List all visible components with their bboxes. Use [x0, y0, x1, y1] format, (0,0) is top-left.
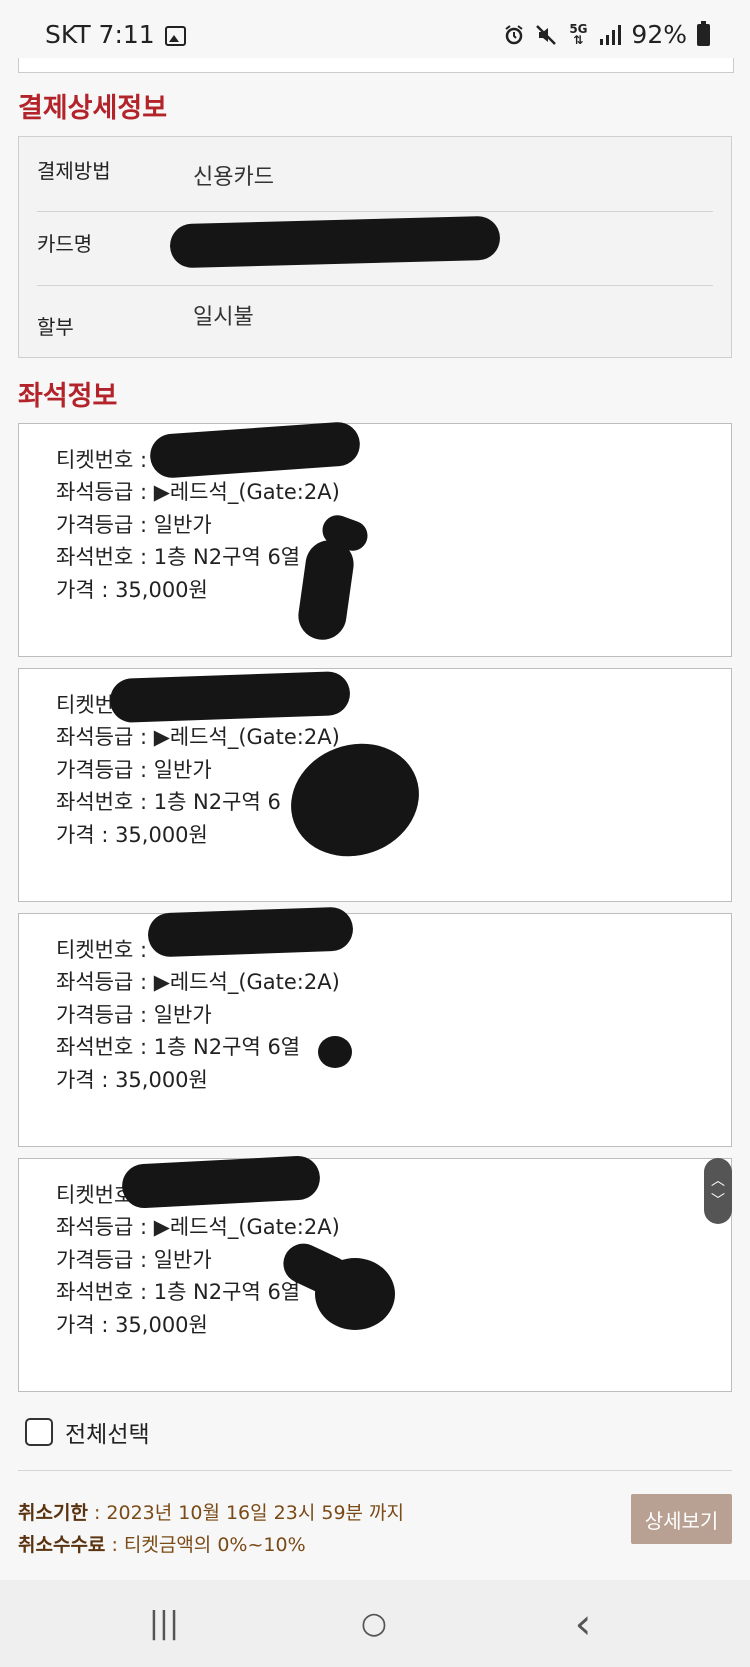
ticket-number: 티켓번호 : — [56, 938, 148, 962]
scroll-control[interactable]: ︿ ﹀ — [704, 1158, 732, 1224]
detail-button[interactable]: 상세보기 — [631, 1494, 732, 1544]
battery-icon — [697, 20, 710, 46]
network-5g-icon: 5G ⇅ — [569, 21, 588, 47]
cancel-deadline-value: : 2023년 10월 16일 23시 59분 까지 — [87, 1502, 405, 1524]
redaction-mark — [318, 1036, 352, 1068]
redaction-mark — [315, 1258, 395, 1330]
installment-label: 할부 — [37, 315, 74, 339]
ticket-price: 가격 : 35,000원 — [56, 823, 208, 847]
select-all-checkbox[interactable] — [25, 1418, 53, 1446]
seat-grade: 좌석등급 : ▶레드석_(Gate:2A) — [56, 970, 340, 994]
recent-apps-icon: ||| — [148, 1606, 180, 1641]
installment-value: 일시불 — [193, 305, 254, 330]
redaction-mark — [147, 906, 354, 958]
carrier-time: SKT 7:11 — [45, 20, 155, 49]
seat-section-title: 좌석정보 — [18, 381, 118, 412]
seat-number: 좌석번호 : 1층 N2구역 6 — [56, 790, 281, 814]
signal-icon — [599, 24, 622, 46]
divider — [18, 1470, 732, 1471]
price-grade: 가격등급 : 일반가 — [56, 1248, 212, 1272]
price-grade: 가격등급 : 일반가 — [56, 758, 212, 782]
back-icon: ‹ — [574, 1599, 592, 1648]
navigation-bar: ||| ○ ‹ — [0, 1580, 750, 1667]
payment-method-row: 결제방법 신용카드 — [37, 137, 713, 211]
battery-percent: 92% — [631, 20, 687, 49]
redaction-mark — [109, 670, 351, 724]
select-all[interactable]: 전체선택 — [25, 1415, 150, 1449]
gallery-notification-icon — [165, 26, 186, 46]
chevron-down-icon[interactable]: ﹀ — [711, 1191, 725, 1211]
cancel-deadline-label: 취소기한 — [18, 1502, 88, 1524]
ticket-number: 티켓번호 : — [56, 448, 148, 472]
ticket-price: 가격 : 35,000원 — [56, 1313, 208, 1337]
price-grade: 가격등급 : 일반가 — [56, 1003, 212, 1027]
alarm-icon — [503, 24, 525, 46]
cancel-fee: 취소수수료 : 티켓금액의 0%~10% — [18, 1530, 306, 1557]
ticket-card: 티켓번호 : 좌석등급 : ▶레드석_(Gate:2A) 가격등급 : 일반가 … — [18, 913, 732, 1147]
cancel-deadline: 취소기한 : 2023년 10월 16일 23시 59분 까지 — [18, 1498, 404, 1525]
seat-grade: 좌석등급 : ▶레드석_(Gate:2A) — [56, 725, 340, 749]
seat-number: 좌석번호 : 1층 N2구역 6열 — [56, 545, 301, 569]
home-icon: ○ — [360, 1606, 388, 1641]
payment-method-value: 신용카드 — [193, 165, 274, 190]
previous-section-edge — [18, 58, 734, 73]
recent-apps-button[interactable]: ||| — [109, 1580, 219, 1667]
seat-number: 좌석번호 : 1층 N2구역 6열 — [56, 1280, 301, 1304]
card-name-label: 카드명 — [37, 232, 93, 256]
payment-section-title: 결제상세정보 — [18, 93, 168, 124]
ticket-price: 가격 : 35,000원 — [56, 1068, 208, 1092]
home-button[interactable]: ○ — [319, 1580, 429, 1667]
price-grade: 가격등급 : 일반가 — [56, 513, 212, 537]
mute-icon — [535, 24, 557, 46]
back-button[interactable]: ‹ — [528, 1580, 638, 1667]
seat-grade: 좌석등급 : ▶레드석_(Gate:2A) — [56, 1215, 340, 1239]
installment-row: 할부 일시불 — [37, 285, 713, 359]
seat-number: 좌석번호 : 1층 N2구역 6열 — [56, 1035, 301, 1059]
ticket-price: 가격 : 35,000원 — [56, 578, 208, 602]
select-all-label: 전체선택 — [65, 1422, 150, 1448]
cancel-fee-value: : 티켓금액의 0%~10% — [105, 1534, 306, 1556]
ticket-card: 티켓번호 : 좌석등급 : ▶레드석_(Gate:2A) 가격등급 : 일반가 … — [18, 423, 732, 657]
cancel-fee-label: 취소수수료 — [18, 1534, 106, 1556]
chevron-up-icon[interactable]: ︿ — [711, 1171, 725, 1191]
seat-grade: 좌석등급 : ▶레드석_(Gate:2A) — [56, 480, 340, 504]
payment-method-label: 결제방법 — [37, 159, 111, 183]
ticket-number: 티켓번 — [56, 693, 114, 717]
redaction-mark — [169, 215, 501, 269]
